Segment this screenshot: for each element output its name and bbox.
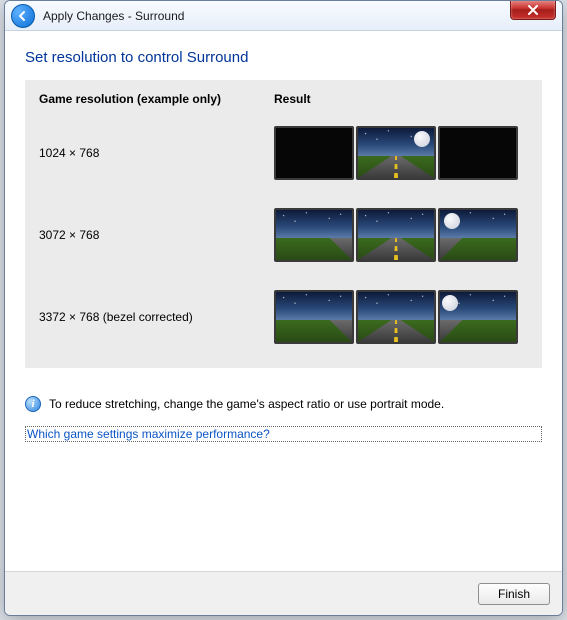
- monitor-group: [274, 208, 518, 262]
- col-result: Result: [274, 92, 528, 106]
- footer: Finish: [5, 571, 562, 615]
- monitor-right: [438, 290, 518, 344]
- resolution-row: 3072 × 768: [39, 202, 528, 268]
- monitor-left: [274, 208, 354, 262]
- resolution-row: 1024 × 768: [39, 120, 528, 186]
- help-link[interactable]: Which game settings maximize performance…: [25, 426, 542, 442]
- window-title: Apply Changes - Surround: [43, 9, 184, 23]
- page-heading: Set resolution to control Surround: [25, 49, 542, 66]
- monitor-group: [274, 290, 518, 344]
- column-headers: Game resolution (example only) Result: [39, 92, 528, 106]
- close-button[interactable]: [510, 0, 556, 20]
- resolution-label: 1024 × 768: [39, 146, 274, 160]
- resolution-label: 3372 × 768 (bezel corrected): [39, 310, 274, 324]
- resolution-row: 3372 × 768 (bezel corrected): [39, 284, 528, 350]
- monitor-center: [356, 290, 436, 344]
- info-row: i To reduce stretching, change the game'…: [25, 396, 542, 412]
- close-icon: [528, 5, 538, 15]
- finish-button[interactable]: Finish: [478, 583, 550, 605]
- monitor-center: [356, 208, 436, 262]
- resolution-panel: Game resolution (example only) Result 10…: [25, 80, 542, 368]
- monitor-right-blank: [438, 126, 518, 180]
- resolution-label: 3072 × 768: [39, 228, 274, 242]
- content-area: Set resolution to control Surround Game …: [5, 31, 562, 571]
- monitor-left-blank: [274, 126, 354, 180]
- info-text: To reduce stretching, change the game's …: [49, 397, 444, 411]
- monitor-center: [356, 126, 436, 180]
- wizard-window: Apply Changes - Surround Set resolution …: [4, 0, 563, 616]
- info-icon: i: [25, 396, 41, 412]
- titlebar: Apply Changes - Surround: [5, 1, 562, 31]
- col-resolution: Game resolution (example only): [39, 92, 274, 106]
- monitor-right: [438, 208, 518, 262]
- monitor-left: [274, 290, 354, 344]
- monitor-group: [274, 126, 518, 180]
- back-arrow-icon: [17, 10, 29, 22]
- back-button[interactable]: [11, 4, 35, 28]
